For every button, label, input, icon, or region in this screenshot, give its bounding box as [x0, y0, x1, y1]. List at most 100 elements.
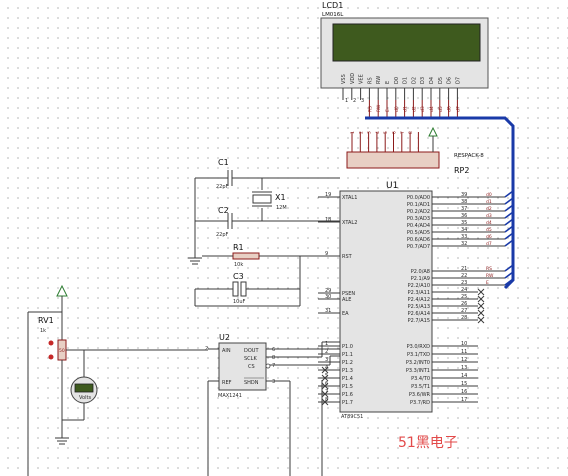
lcd-pin-label: E	[385, 81, 391, 84]
resistor-pack-pin-num: 4	[375, 131, 381, 134]
p2-pin-name: P2.3/A11	[408, 290, 430, 296]
adc-pin-ain: AIN	[222, 348, 231, 354]
lcd-pin-label: D5	[438, 77, 444, 84]
p0-net-label: d4	[486, 220, 492, 226]
p0-net-label: d0	[486, 192, 492, 198]
mcu-left-pin-num: 30	[325, 294, 331, 300]
p0-pin-num: 38	[461, 199, 467, 205]
adc-pin-dout: DOUT	[244, 348, 259, 354]
p3-pin-num: 13	[461, 365, 467, 371]
p0-net-label: d6	[486, 234, 492, 240]
p0-net-label: d5	[486, 227, 492, 233]
cs-inversion-bubble	[265, 363, 271, 369]
resistor-pack-pin-num: 5	[383, 131, 389, 134]
p2-pin-name: P2.6/A14	[408, 311, 430, 317]
voltmeter[interactable]: Volts	[62, 350, 98, 421]
lcd-pin-label: D7	[455, 77, 461, 84]
p3-pin-name: P3.2/INT0	[406, 360, 430, 366]
p3-pin-name: P3.1/TXD	[407, 352, 430, 358]
adc-pin-dout-num: 6	[272, 347, 275, 353]
p3-pin-num: 11	[461, 349, 467, 355]
lcd-net-label: RW	[376, 104, 382, 112]
lcd-module[interactable]: LCD1 LM016L VSS VDD VEE RSRSRWRWEED0d0D1d1D…	[320, 1, 489, 118]
lcd-net-label: d2	[411, 106, 417, 112]
adc-pin-shdn: SHDN	[244, 380, 259, 386]
lcd-pin-label: D4	[429, 77, 435, 84]
p3-pin-num: 16	[461, 389, 467, 395]
adc-pin-ain-num: 2	[205, 346, 208, 352]
p3-pin-name: P3.4/T0	[411, 376, 430, 382]
p0-pin-name: P0.7/AD7	[407, 244, 430, 250]
lcd-pin-label: D0	[394, 77, 400, 84]
rv1-decrement-button[interactable]	[48, 340, 54, 346]
mcu-left-pin-name: RST	[342, 254, 353, 260]
lcd-screen	[332, 23, 481, 62]
c3-ref: C3	[233, 272, 244, 281]
lcd-pin-label: D2	[411, 77, 417, 84]
p2-pin-num: 25	[461, 294, 467, 300]
p2-pin-num: 28	[461, 315, 467, 321]
c3-value: 10uF	[233, 299, 246, 305]
resistor-pack[interactable]: RESPACK-8 RP2 12345678	[346, 126, 484, 175]
lcd-pin-label: VSS	[341, 74, 347, 84]
mcu-left-pin-num: 3	[325, 357, 328, 363]
p3-pin-num: 17	[461, 397, 467, 403]
p3-pin-num: 10	[461, 341, 467, 347]
c2-value: 22pF	[216, 232, 229, 238]
mcu-left-pin-name: P1.0	[342, 344, 353, 350]
mcu-left-pin-name: P1.1	[342, 352, 353, 358]
p3-pin-name: P3.6/WR	[409, 392, 431, 398]
x1-value: 12M	[276, 205, 287, 211]
mcu-left-pin-name: XTAL2	[342, 220, 357, 226]
mcu-left-pin-name: XTAL1	[342, 195, 357, 201]
lcd-pin-label: D3	[420, 77, 426, 84]
p0-pin-num: 37	[461, 206, 467, 212]
adc-pin-shdn-num: 3	[272, 379, 275, 385]
rv1-wiper-pct: 50	[59, 348, 65, 354]
p2-pin-name: P2.7/A15	[408, 318, 430, 324]
mcu-ref: U1	[386, 181, 398, 191]
r1-value: 10k	[234, 262, 243, 268]
c2-ref: C2	[218, 206, 229, 215]
adc-u2[interactable]: U2 MAX1241 AIN REF DOUT SCLK CS SHDN 2 6…	[205, 333, 275, 399]
r1-resistor[interactable]	[232, 252, 260, 260]
p0-pin-num: 39	[461, 192, 467, 198]
mcu-u1[interactable]: U1 AT89C51 XTAL119XTAL218RST9PSEN29ALE30…	[318, 181, 505, 420]
lcd-pin-number: 1	[345, 98, 348, 104]
resistor-pack-pin-num: 2	[358, 131, 364, 134]
rv1-ref: RV1	[38, 316, 54, 325]
mcu-left-pin-name: P1.4	[342, 376, 353, 382]
p0-pin-name: P0.2/AD2	[407, 209, 430, 215]
resistor-pack-pin-num: 6	[392, 131, 398, 134]
p0-pin-name: P0.4/AD4	[407, 223, 430, 229]
p3-pin-num: 15	[461, 381, 467, 387]
lcd-net-label: d0	[394, 106, 400, 112]
rv1-increment-button[interactable]	[48, 354, 54, 360]
rv1-value: 1k	[40, 328, 46, 334]
p2-pin-name: P2.0/A8	[411, 269, 430, 275]
mcu-left-pin-name: P1.5	[342, 384, 353, 390]
clock-reset-circuit: C1 22pF C2 22pF X1 12M R1 10k C3 10uF	[188, 158, 340, 307]
mcu-left-pin-num: 9	[325, 251, 328, 257]
power-terminal-rp	[428, 126, 438, 137]
x1-crystal[interactable]	[252, 194, 272, 204]
lcd-net-label: d7	[455, 106, 461, 112]
p0-pin-num: 32	[461, 241, 467, 247]
p2-pin-num: 23	[461, 280, 467, 286]
p2-net-label: RW	[486, 273, 494, 279]
lcd-pin-label: D1	[403, 77, 409, 84]
adc-pin-sclk-num: 8	[272, 355, 275, 361]
p0-pin-num: 36	[461, 213, 467, 219]
c3-plate-a[interactable]	[232, 281, 239, 297]
adc-pin-sclk: SCLK	[244, 356, 257, 362]
adc-pin-cs: CS	[248, 364, 255, 370]
c1-value: 22pF	[216, 184, 229, 190]
resistor-pack-part: RESPACK-8	[454, 153, 484, 159]
brand-watermark: 51黑电子	[398, 435, 458, 451]
mcu-left-pin-num: 2	[325, 349, 328, 355]
p2-pin-num: 24	[461, 287, 467, 293]
adc-pin-ref: REF	[222, 380, 232, 386]
p0-pin-num: 33	[461, 234, 467, 240]
p0-pin-num: 34	[461, 227, 467, 233]
lcd-pin-number: 2	[353, 98, 356, 104]
